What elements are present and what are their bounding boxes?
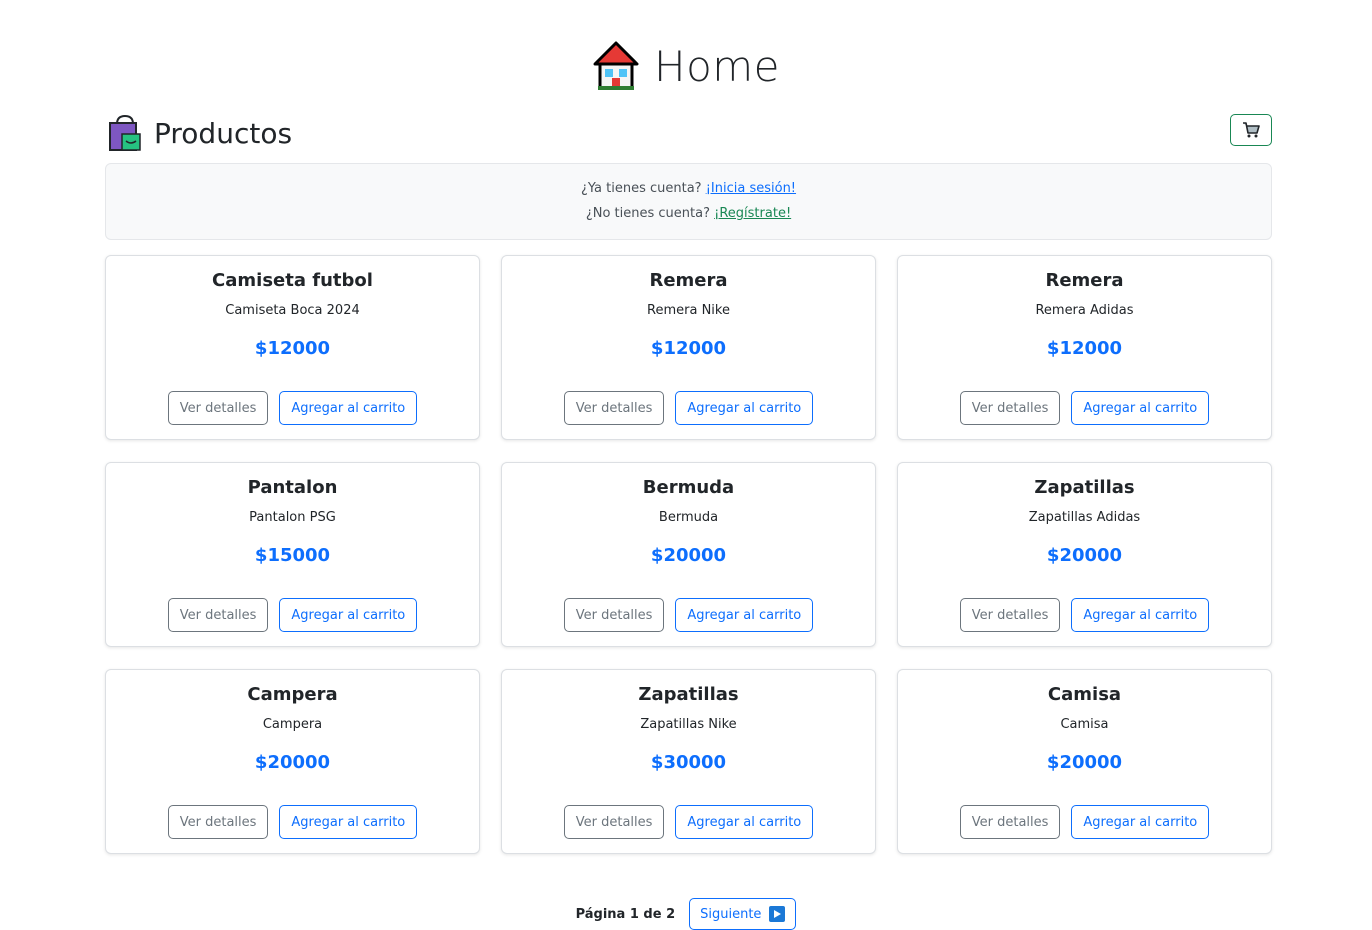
product-description: Zapatillas Adidas <box>1028 510 1141 525</box>
product-price: $20000 <box>254 752 331 773</box>
product-description: Pantalon PSG <box>249 510 336 525</box>
product-description: Camiseta Boca 2024 <box>225 303 360 318</box>
login-prompt: ¿Ya tienes cuenta? <box>580 181 702 196</box>
product-description: Remera Nike <box>647 303 730 318</box>
details-button[interactable]: Ver detalles <box>959 391 1061 425</box>
product-grid: Camiseta futbol Camiseta Boca 2024 $1200… <box>105 255 1272 854</box>
add-to-cart-button[interactable]: Agregar al carrito <box>675 598 814 632</box>
cart-button[interactable] <box>1230 114 1272 146</box>
product-description: Remera Adidas <box>1035 303 1134 318</box>
next-arrow-icon <box>769 906 786 922</box>
product-actions: Ver detalles Agregar al carrito <box>898 391 1271 425</box>
product-price: $15000 <box>254 545 331 566</box>
details-button[interactable]: Ver detalles <box>167 598 269 632</box>
register-line: ¿No tienes cuenta? ¡Regístrate! <box>106 206 1271 221</box>
product-name: Remera <box>1045 270 1124 291</box>
details-button[interactable]: Ver detalles <box>167 805 269 839</box>
details-button[interactable]: Ver detalles <box>563 598 665 632</box>
next-page-label: Siguiente <box>700 906 762 922</box>
pagination: Página 1 de 2 Siguiente <box>0 898 1372 930</box>
shopping-bag-icon <box>109 114 141 151</box>
auth-panel: ¿Ya tienes cuenta? ¡Inicia sesión! ¿No t… <box>105 163 1272 240</box>
product-name: Campera <box>247 684 338 705</box>
details-button[interactable]: Ver detalles <box>167 391 269 425</box>
page-title-text: Home <box>653 41 781 91</box>
product-price: $12000 <box>650 338 727 359</box>
product-description: Campera <box>262 717 323 732</box>
next-page-button[interactable]: Siguiente <box>689 898 797 930</box>
page-title: Home <box>0 40 1372 92</box>
product-card: Bermuda Bermuda $20000 Ver detalles Agre… <box>501 462 876 647</box>
product-actions: Ver detalles Agregar al carrito <box>898 598 1271 632</box>
page-indicator: Página 1 de 2 <box>575 906 676 922</box>
product-actions: Ver detalles Agregar al carrito <box>898 805 1271 839</box>
product-card: Zapatillas Zapatillas Nike $30000 Ver de… <box>501 669 876 854</box>
register-link[interactable]: ¡Regístrate! <box>714 206 791 221</box>
add-to-cart-button[interactable]: Agregar al carrito <box>279 598 418 632</box>
house-icon <box>593 41 639 90</box>
product-price: $20000 <box>650 545 727 566</box>
product-card: Campera Campera $20000 Ver detalles Agre… <box>105 669 480 854</box>
product-name: Zapatillas <box>638 684 739 705</box>
add-to-cart-button[interactable]: Agregar al carrito <box>675 391 814 425</box>
product-card: Remera Remera Nike $12000 Ver detalles A… <box>501 255 876 440</box>
products-title-text: Productos <box>154 116 293 150</box>
login-line: ¿Ya tienes cuenta? ¡Inicia sesión! <box>106 181 1271 196</box>
details-button[interactable]: Ver detalles <box>563 805 665 839</box>
details-button[interactable]: Ver detalles <box>959 598 1061 632</box>
add-to-cart-button[interactable]: Agregar al carrito <box>279 391 418 425</box>
login-link[interactable]: ¡Inicia sesión! <box>706 181 796 196</box>
product-card: Camiseta futbol Camiseta Boca 2024 $1200… <box>105 255 480 440</box>
product-description: Bermuda <box>658 510 719 525</box>
product-actions: Ver detalles Agregar al carrito <box>106 805 479 839</box>
products-header: Productos <box>106 114 1272 154</box>
product-name: Bermuda <box>642 477 735 498</box>
product-price: $12000 <box>1046 338 1123 359</box>
product-price: $20000 <box>1046 752 1123 773</box>
product-description: Zapatillas Nike <box>640 717 737 732</box>
product-name: Camiseta futbol <box>212 270 373 291</box>
product-actions: Ver detalles Agregar al carrito <box>502 598 875 632</box>
product-actions: Ver detalles Agregar al carrito <box>502 391 875 425</box>
product-name: Camisa <box>1047 684 1122 705</box>
product-name: Zapatillas <box>1034 477 1135 498</box>
product-actions: Ver detalles Agregar al carrito <box>502 805 875 839</box>
cart-icon <box>1243 122 1260 138</box>
product-price: $12000 <box>254 338 331 359</box>
product-card: Pantalon Pantalon PSG $15000 Ver detalle… <box>105 462 480 647</box>
product-price: $20000 <box>1046 545 1123 566</box>
product-actions: Ver detalles Agregar al carrito <box>106 598 479 632</box>
product-actions: Ver detalles Agregar al carrito <box>106 391 479 425</box>
details-button[interactable]: Ver detalles <box>959 805 1061 839</box>
product-card: Remera Remera Adidas $12000 Ver detalles… <box>897 255 1272 440</box>
product-card: Camisa Camisa $20000 Ver detalles Agrega… <box>897 669 1272 854</box>
product-card: Zapatillas Zapatillas Adidas $20000 Ver … <box>897 462 1272 647</box>
product-name: Pantalon <box>247 477 338 498</box>
details-button[interactable]: Ver detalles <box>563 391 665 425</box>
add-to-cart-button[interactable]: Agregar al carrito <box>675 805 814 839</box>
register-prompt: ¿No tienes cuenta? <box>585 206 710 221</box>
add-to-cart-button[interactable]: Agregar al carrito <box>279 805 418 839</box>
product-price: $30000 <box>650 752 727 773</box>
product-name: Remera <box>649 270 728 291</box>
product-description: Camisa <box>1060 717 1109 732</box>
add-to-cart-button[interactable]: Agregar al carrito <box>1071 598 1210 632</box>
products-title: Productos <box>106 114 292 152</box>
add-to-cart-button[interactable]: Agregar al carrito <box>1071 391 1210 425</box>
add-to-cart-button[interactable]: Agregar al carrito <box>1071 805 1210 839</box>
